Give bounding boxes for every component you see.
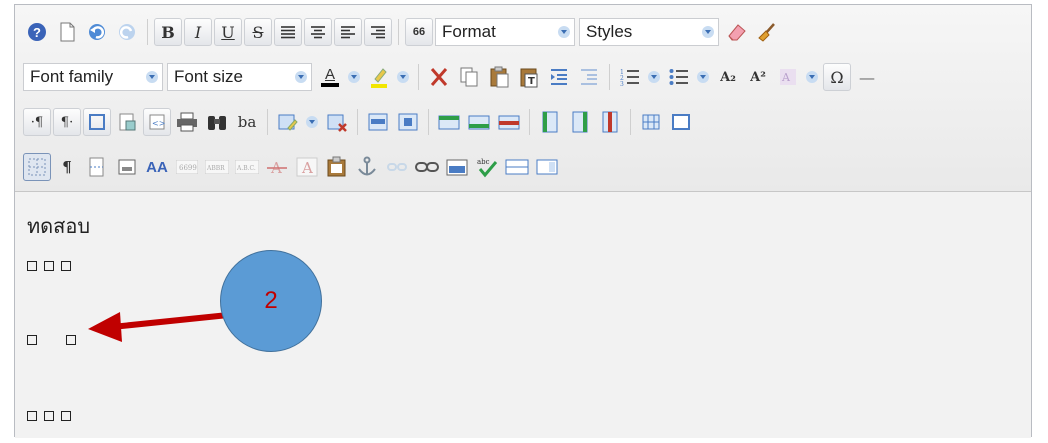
callout-number-badge: 2 — [220, 250, 322, 352]
callout-arrow — [88, 311, 239, 342]
callout-number: 2 — [264, 287, 278, 314]
